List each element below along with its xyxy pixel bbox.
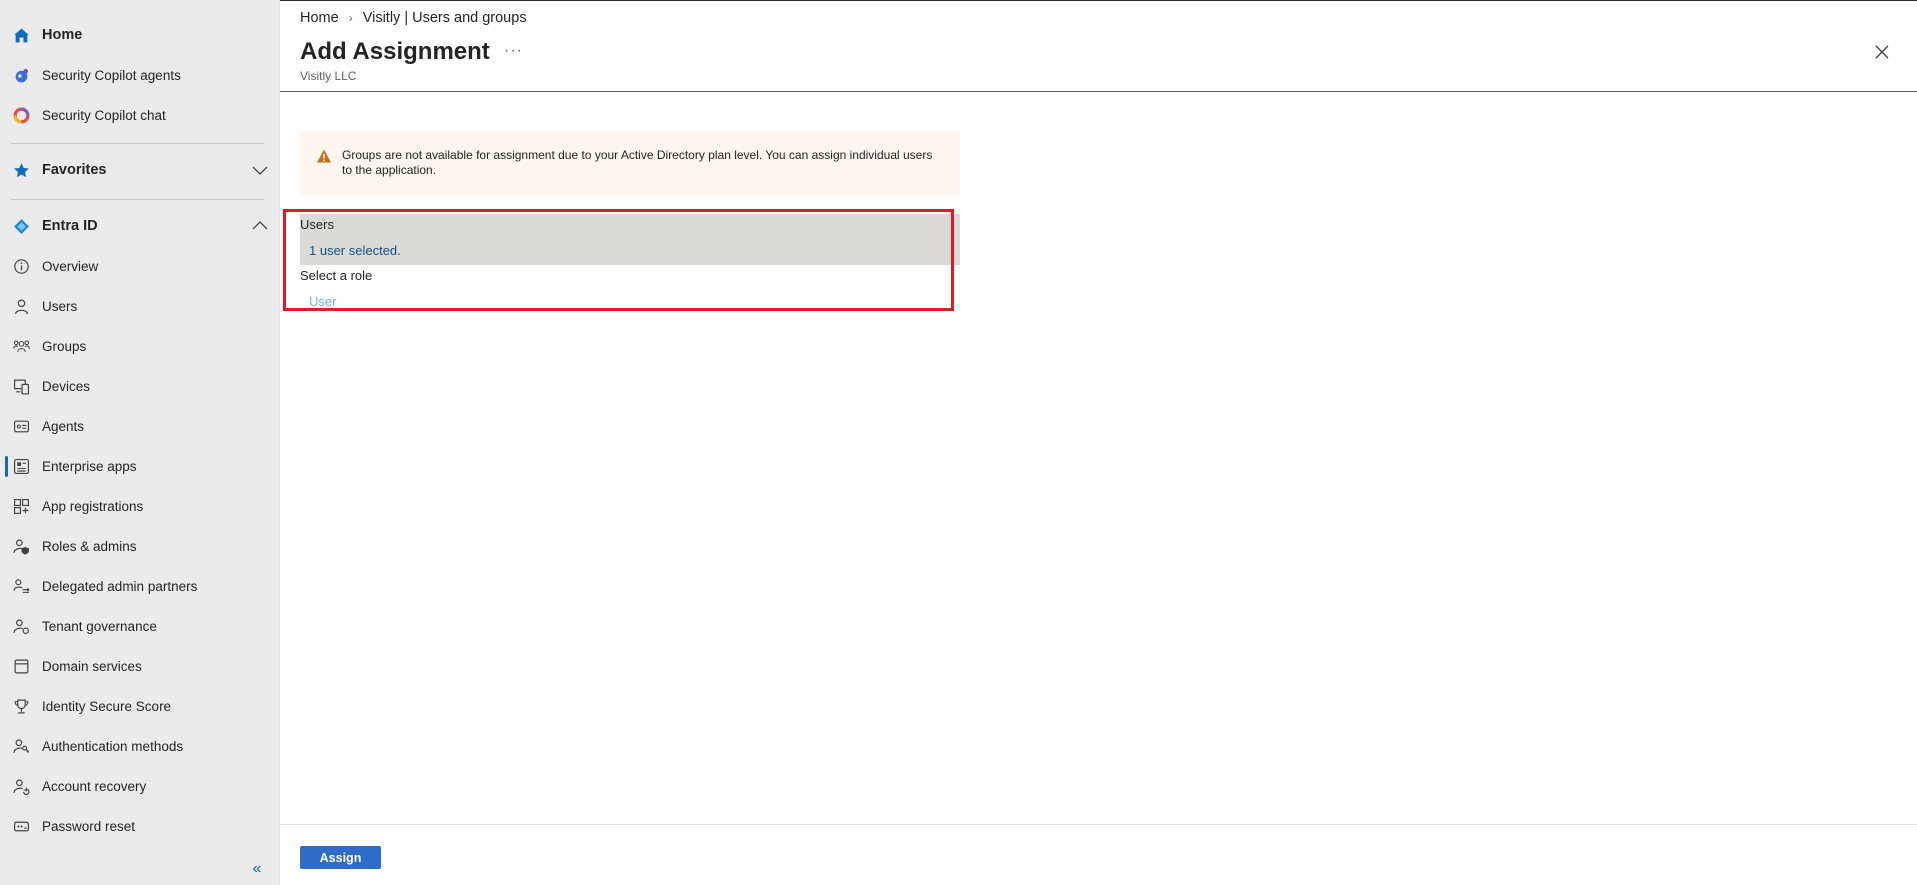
nav-entra-id-label: Entra ID [42, 218, 98, 234]
warning-banner: Groups are not available for assignment … [300, 131, 960, 195]
left-navigation: Home Security Copilot agents Security Co… [0, 0, 280, 885]
footer-divider [280, 824, 1917, 825]
nav-entra-id[interactable]: Entra ID [0, 207, 280, 245]
nav-enterprise-apps-label: Enterprise apps [42, 458, 137, 474]
nav-security-copilot-chat-label: Security Copilot chat [42, 107, 166, 123]
tenant-governance-icon [10, 615, 32, 637]
nav-app-registrations[interactable]: App registrations [0, 487, 280, 525]
chevron-down-icon[interactable] [252, 162, 268, 178]
nav-delegated-admin-partners-label: Delegated admin partners [42, 578, 198, 594]
nav-overview-label: Overview [42, 258, 99, 274]
nav-tenant-governance[interactable]: Tenant governance [0, 607, 280, 645]
collapse-sidebar-button[interactable]: « [248, 860, 266, 878]
info-icon [10, 255, 32, 277]
star-icon [10, 159, 32, 181]
page-title: Add Assignment [300, 38, 490, 65]
breadcrumb: Home › Visitly | Users and groups [300, 10, 527, 26]
enterprise-apps-icon [10, 455, 32, 477]
nav-roles-admins-label: Roles & admins [42, 538, 137, 554]
agents-icon [10, 415, 32, 437]
top-border [280, 0, 1917, 1]
nav-identity-secure-score-label: Identity Secure Score [42, 698, 172, 714]
nav-overview[interactable]: Overview [0, 247, 280, 285]
nav-users[interactable]: Users [0, 287, 280, 325]
header-divider [280, 91, 1917, 92]
nav-favorites[interactable]: Favorites [0, 151, 280, 189]
breadcrumb-users-and-groups[interactable]: Visitly | Users and groups [363, 10, 527, 26]
nav-groups-label: Groups [42, 338, 87, 354]
sidebar-divider [10, 143, 264, 144]
entra-id-icon [10, 215, 32, 237]
nav-domain-services[interactable]: Domain services [0, 647, 280, 685]
nav-agents[interactable]: Agents [0, 407, 280, 445]
nav-tenant-governance-label: Tenant governance [42, 618, 157, 634]
user-icon [10, 295, 32, 317]
sidebar-divider [10, 199, 264, 200]
nav-password-reset-label: Password reset [42, 818, 136, 834]
nav-home[interactable]: Home [0, 16, 280, 54]
nav-authentication-methods[interactable]: Authentication methods [0, 727, 280, 765]
devices-icon [10, 375, 32, 397]
nav-users-label: Users [42, 298, 78, 314]
nav-security-copilot-agents-label: Security Copilot agents [42, 67, 181, 83]
chevron-up-icon[interactable] [252, 218, 268, 234]
delegated-admin-icon [10, 575, 32, 597]
nav-password-reset[interactable]: Password reset [0, 807, 280, 845]
account-recovery-icon [10, 775, 32, 797]
groups-icon [10, 335, 32, 357]
nav-identity-secure-score[interactable]: Identity Secure Score [0, 687, 280, 725]
nav-roles-admins[interactable]: Roles & admins [0, 527, 280, 565]
warning-text: Groups are not available for assignment … [342, 148, 933, 177]
nav-domain-services-label: Domain services [42, 658, 142, 674]
nav-agents-label: Agents [42, 418, 85, 434]
page-subtitle: Visitly LLC [300, 69, 357, 83]
nav-delegated-admin-partners[interactable]: Delegated admin partners [0, 567, 280, 605]
nav-favorites-label: Favorites [42, 162, 107, 178]
nav-account-recovery[interactable]: Account recovery [0, 767, 280, 805]
assign-button[interactable]: Assign [300, 846, 381, 869]
nav-devices-label: Devices [42, 378, 91, 394]
roles-icon [10, 535, 32, 557]
home-icon [10, 24, 32, 46]
warning-icon [317, 149, 331, 163]
close-icon[interactable] [1872, 42, 1892, 62]
breadcrumb-home[interactable]: Home [300, 10, 339, 26]
domain-services-icon [10, 655, 32, 677]
authentication-icon [10, 735, 32, 757]
nav-devices[interactable]: Devices [0, 367, 280, 405]
copilot-chat-icon [10, 104, 32, 126]
nav-security-copilot-agents[interactable]: Security Copilot agents [0, 56, 280, 94]
add-assignment-panel: Home › Visitly | Users and groups Add As… [280, 0, 1917, 885]
nav-enterprise-apps[interactable]: Enterprise apps [0, 447, 280, 485]
nav-security-copilot-chat[interactable]: Security Copilot chat [0, 96, 280, 134]
nav-authentication-methods-label: Authentication methods [42, 738, 184, 754]
breadcrumb-separator: › [348, 11, 353, 25]
app-registrations-icon [10, 495, 32, 517]
highlight-outline [283, 209, 954, 311]
nav-account-recovery-label: Account recovery [42, 778, 147, 794]
nav-app-registrations-label: App registrations [42, 498, 144, 514]
copilot-agents-icon [10, 64, 32, 86]
nav-groups[interactable]: Groups [0, 327, 280, 365]
password-reset-icon [10, 815, 32, 837]
nav-home-label: Home [42, 27, 83, 43]
more-options-button[interactable]: ··· [504, 42, 523, 60]
trophy-icon [10, 695, 32, 717]
